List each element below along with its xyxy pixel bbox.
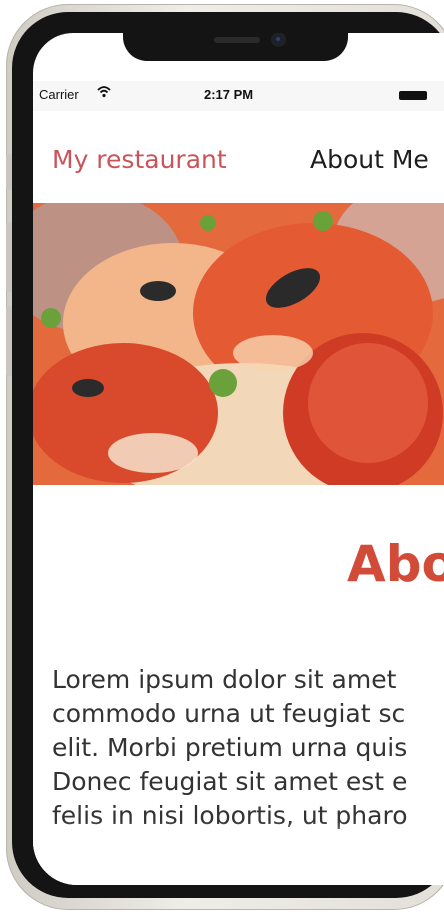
scroll-fade [33, 821, 444, 885]
battery-icon [399, 91, 427, 100]
nav-link-about[interactable]: About Me [310, 145, 429, 174]
status-time: 2:17 PM [204, 87, 254, 102]
brand-link[interactable]: My restaurant [52, 145, 227, 174]
paragraph-line: elit. Morbi pretium urna quis [52, 733, 408, 762]
phone-screen: Carrier 2:17 PM My restaurant About Me A… [33, 33, 444, 885]
about-paragraph: Lorem ipsum dolor sit amet commodo urna … [52, 663, 444, 833]
section-heading: About [347, 535, 444, 593]
pizza-photo [33, 203, 444, 485]
status-bar: Carrier 2:17 PM [33, 81, 444, 111]
notch [123, 33, 348, 61]
wifi-icon [97, 86, 111, 98]
paragraph-line: commodo urna ut feugiat sc [52, 699, 406, 728]
paragraph-line: Donec feugiat sit amet est e [52, 767, 408, 796]
paragraph-line: Lorem ipsum dolor sit amet [52, 665, 397, 694]
about-section: About Lorem ipsum dolor sit amet commodo… [33, 485, 444, 885]
carrier-label: Carrier [39, 87, 79, 102]
hero-image [33, 203, 444, 485]
speaker-grille [214, 37, 260, 43]
front-camera-icon [273, 34, 284, 45]
navbar: My restaurant About Me [33, 131, 444, 204]
